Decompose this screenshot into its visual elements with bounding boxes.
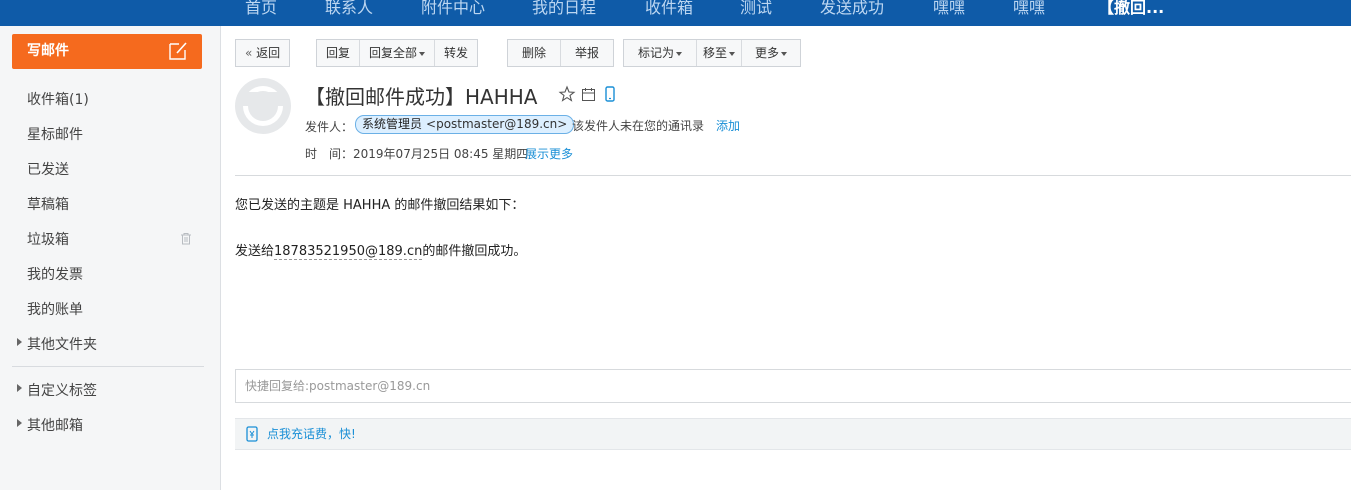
nav-tab-calendar[interactable]: 我的日程 — [532, 0, 596, 21]
time-value: 2019年07月25日 08:45 星期四 — [353, 147, 529, 161]
caret-right-icon — [17, 419, 22, 427]
mail-subject: 【撤回邮件成功】HAHHA — [305, 85, 538, 109]
chevron-down-icon — [419, 51, 426, 56]
body-line-1: 您已发送的主题是 HAHHA 的邮件撤回结果如下： — [235, 198, 525, 213]
forward-button[interactable]: 转发 — [435, 40, 477, 66]
chevron-down-icon — [781, 51, 788, 56]
nav-tab-heihei-1[interactable]: 嘿嘿 — [933, 0, 965, 21]
more-button[interactable]: 更多 — [742, 40, 800, 66]
caret-right-icon — [17, 384, 22, 392]
sidebar-item-trash[interactable]: 垃圾箱 — [27, 229, 69, 249]
nav-tab-heihei-2[interactable]: 嘿嘿 — [1013, 0, 1045, 21]
sidebar-item-drafts[interactable]: 草稿箱 — [27, 194, 69, 214]
more-label: 更多 — [755, 46, 780, 60]
nav-tab-test[interactable]: 测试 — [740, 0, 772, 21]
star-icon[interactable] — [558, 85, 576, 103]
time-label: 时 间：2019年07月25日 08:45 星期四 — [305, 145, 528, 162]
top-nav: 首页 联系人 附件中心 我的日程 收件箱 测试 发送成功 嘿嘿 嘿嘿 【撤回..… — [0, 0, 1351, 26]
body-suffix: 的邮件撤回成功。 — [422, 244, 527, 259]
quick-reply-placeholder: 快捷回复给:postmaster@189.cn — [245, 379, 431, 393]
compose-pen-icon — [169, 42, 187, 60]
sidebar-divider — [12, 366, 204, 367]
sidebar-item-inbox[interactable]: 收件箱(1) — [27, 89, 89, 109]
promo-link[interactable]: 点我充话费，快! — [267, 419, 356, 449]
nav-tab-contacts[interactable]: 联系人 — [325, 0, 373, 21]
header-divider — [235, 175, 1351, 176]
sidebar-item-custom-tags[interactable]: 自定义标签 — [27, 380, 97, 400]
sidebar-item-invoices[interactable]: 我的发票 — [27, 264, 83, 284]
sender-pill[interactable]: 系统管理员 <postmaster@189.cn> — [355, 115, 575, 134]
body-email-link[interactable]: 18783521950@189.cn — [274, 244, 423, 260]
body-line-2: 发送给18783521950@189.cn的邮件撤回成功。 — [235, 240, 527, 260]
caret-right-icon — [17, 338, 22, 346]
sender-avatar — [235, 78, 291, 134]
avatar-placeholder-icon — [243, 86, 283, 126]
chevron-down-icon — [729, 51, 736, 56]
back-button[interactable]: « 返回 — [236, 40, 289, 66]
mark-as-button[interactable]: 标记为 — [624, 40, 698, 66]
add-contact-link[interactable]: 添加 — [716, 117, 740, 134]
move-to-button[interactable]: 移至 — [697, 40, 743, 66]
sidebar-item-starred[interactable]: 星标邮件 — [27, 124, 83, 144]
sidebar-item-other-folders[interactable]: 其他文件夹 — [27, 334, 97, 354]
phone-recharge-icon — [246, 426, 258, 442]
chevron-down-icon — [676, 51, 683, 56]
sidebar-item-bills[interactable]: 我的账单 — [27, 299, 83, 319]
time-label-text: 时 间： — [305, 147, 354, 161]
reply-all-button[interactable]: 回复全部 — [360, 40, 436, 66]
nav-tab-sent-success[interactable]: 发送成功 — [820, 0, 884, 21]
empty-trash-icon[interactable] — [180, 232, 192, 245]
nav-tab-recall-active[interactable]: 【撤回... — [1098, 0, 1164, 21]
mark-as-label: 标记为 — [638, 46, 675, 60]
toolbar-group-back: « 返回 — [235, 39, 291, 67]
double-chevron-left-icon: « — [245, 46, 253, 60]
compose-button[interactable]: 写邮件 — [12, 34, 202, 69]
delete-button[interactable]: 删除 — [508, 40, 562, 66]
not-in-contacts-text: 该发件人未在您的通讯录 — [572, 119, 705, 133]
from-label: 发件人： — [305, 120, 354, 134]
reply-button[interactable]: 回复 — [317, 40, 361, 66]
toolbar-group-reply: 回复 回复全部 转发 — [316, 39, 479, 67]
nav-tab-home[interactable]: 首页 — [245, 0, 277, 21]
report-button[interactable]: 举报 — [561, 40, 613, 66]
show-more-link[interactable]: 展示更多 — [525, 145, 573, 162]
sender-name: 系统管理员 — [362, 117, 423, 131]
back-label: 返回 — [256, 46, 281, 60]
sidebar-item-other-mailboxes[interactable]: 其他邮箱 — [27, 415, 83, 435]
promo-bar: 点我充话费，快! — [235, 418, 1351, 450]
toolbar-group-delete: 删除 举报 — [507, 39, 615, 67]
toolbar-group-more: 标记为 移至 更多 — [623, 39, 802, 67]
calendar-icon[interactable] — [581, 87, 596, 102]
sidebar-item-sent[interactable]: 已发送 — [27, 159, 69, 179]
nav-tab-inbox[interactable]: 收件箱 — [645, 0, 693, 21]
move-to-label: 移至 — [703, 46, 728, 60]
sidebar: 写邮件 收件箱(1) 星标邮件 已发送 草稿箱 垃圾箱 我的发票 我的账单 其他… — [0, 26, 221, 490]
body-prefix: 发送给 — [235, 244, 275, 259]
compose-label: 写邮件 — [27, 43, 69, 59]
nav-tab-attachments[interactable]: 附件中心 — [421, 0, 485, 21]
reply-all-label: 回复全部 — [369, 46, 418, 60]
mobile-phone-icon[interactable] — [604, 86, 616, 102]
sender-email: <postmaster@189.cn> — [426, 117, 568, 131]
quick-reply-input[interactable]: 快捷回复给:postmaster@189.cn — [235, 369, 1351, 403]
